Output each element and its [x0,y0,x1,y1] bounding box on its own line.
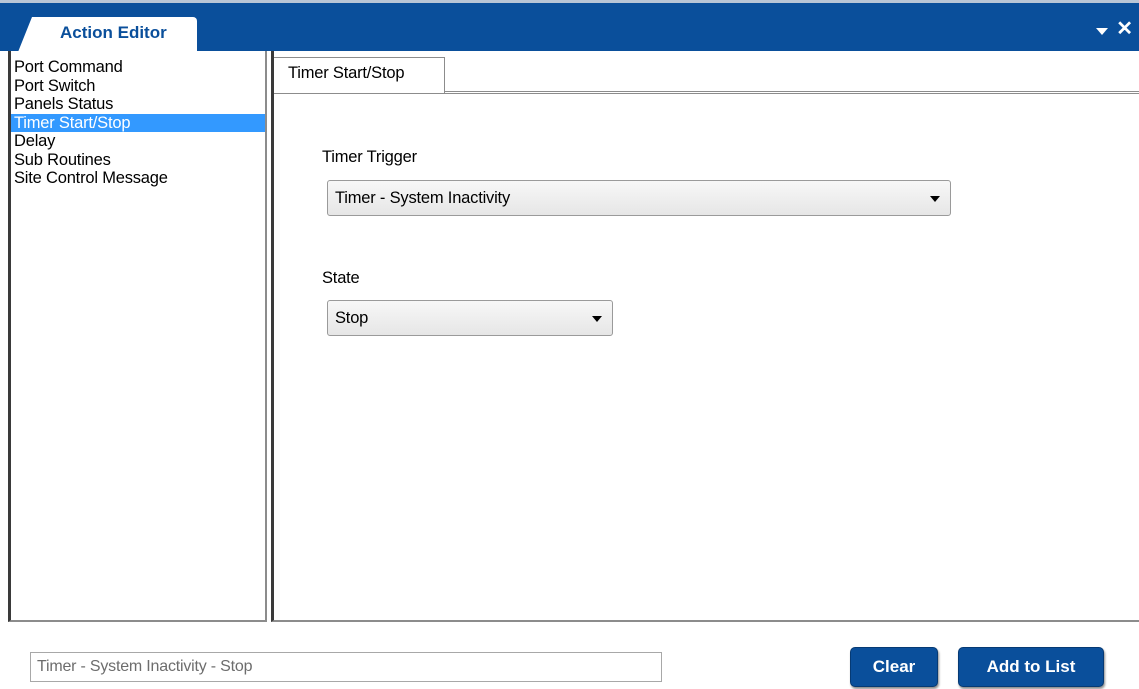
window-controls: ✕ [1096,19,1133,39]
window-title-tab: Action Editor [18,17,197,52]
list-item-port-switch[interactable]: Port Switch [11,77,265,96]
list-item-sub-routines[interactable]: Sub Routines [11,151,265,170]
window-title: Action Editor [60,23,167,42]
action-type-list: Port Command Port Switch Panels Status T… [8,51,267,622]
chevron-down-icon [592,316,602,322]
state-label: State [322,269,360,287]
add-to-list-button[interactable]: Add to List [958,647,1104,687]
tab-content: Timer Trigger Timer - System Inactivity … [274,93,1139,620]
timer-trigger-value: Timer - System Inactivity [335,189,510,207]
tab-strip: Timer Start/Stop [274,51,1139,93]
state-select[interactable]: Stop [327,300,613,336]
list-item-site-control-message[interactable]: Site Control Message [11,169,265,188]
action-summary-value: Timer - System Inactivity - Stop [37,658,253,675]
list-item-delay[interactable]: Delay [11,132,265,151]
chevron-down-icon [930,196,940,202]
window-titlebar: Action Editor ✕ [0,0,1139,52]
timer-trigger-label: Timer Trigger [322,148,417,166]
footer-bar: Timer - System Inactivity - Stop Clear A… [0,622,1139,689]
tab-label: Timer Start/Stop [288,64,405,82]
list-item-panels-status[interactable]: Panels Status [11,95,265,114]
action-editor-panel: Timer Start/Stop Timer Trigger Timer - S… [271,51,1139,622]
close-icon[interactable]: ✕ [1116,19,1133,39]
tab-strip-divider [444,91,1139,92]
list-item-port-command[interactable]: Port Command [11,58,265,77]
state-value: Stop [335,309,369,327]
timer-trigger-select[interactable]: Timer - System Inactivity [327,180,951,216]
window-menu-chevron-down-icon[interactable] [1096,27,1109,35]
list-item-timer-start-stop[interactable]: Timer Start/Stop [11,113,265,132]
clear-button[interactable]: Clear [850,647,938,687]
action-summary-field[interactable]: Timer - System Inactivity - Stop [30,652,662,682]
tab-timer-start-stop[interactable]: Timer Start/Stop [274,57,445,93]
